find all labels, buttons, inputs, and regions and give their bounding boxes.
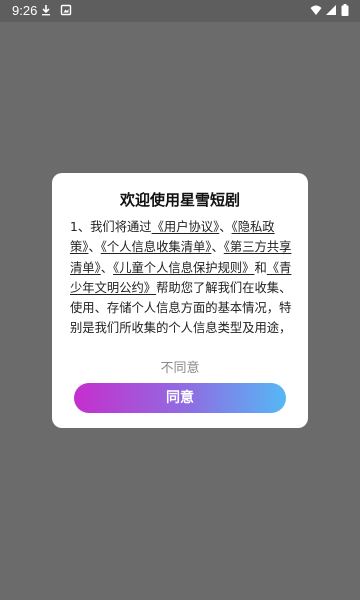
body-conjunction: 和 (254, 260, 267, 275)
cellular-icon (326, 5, 336, 15)
download-icon (42, 5, 50, 16)
disagree-button[interactable]: 不同意 (52, 357, 308, 376)
privacy-consent-dialog: 欢迎使用星雪短剧 1、我们将通过《用户协议》、《隐私政策》、《个人信息收集清单》… (52, 173, 308, 428)
battery-icon (341, 4, 349, 16)
dialog-title: 欢迎使用星雪短剧 (119, 191, 240, 209)
body-separator: 、 (219, 220, 232, 234)
wifi-icon (310, 5, 322, 15)
status-time: 9:26 (12, 3, 38, 18)
agree-button[interactable]: 同意 (74, 383, 286, 413)
status-bar: 9:26 (0, 0, 360, 22)
children-info-protection-rules-link[interactable]: 《儿童个人信息保护规则》 (113, 261, 254, 275)
body-separator: 、 (100, 260, 114, 275)
app-notification-icon (60, 4, 72, 16)
user-agreement-link[interactable]: 《用户协议》 (152, 220, 220, 234)
personal-info-collection-list-link[interactable]: 《个人信息收集清单》 (101, 240, 212, 254)
body-prefix: 1、我们将通过 (70, 220, 152, 234)
scroll-fade (70, 334, 292, 342)
body-separator: 、 (211, 240, 224, 255)
dialog-body-text: 1、我们将通过《用户协议》、《隐私政策》、《个人信息收集清单》、《第三方共享清单… (70, 217, 292, 342)
body-separator: 、 (88, 240, 101, 255)
dialog-body-scroll[interactable]: 1、我们将通过《用户协议》、《隐私政策》、《个人信息收集清单》、《第三方共享清单… (70, 217, 292, 342)
